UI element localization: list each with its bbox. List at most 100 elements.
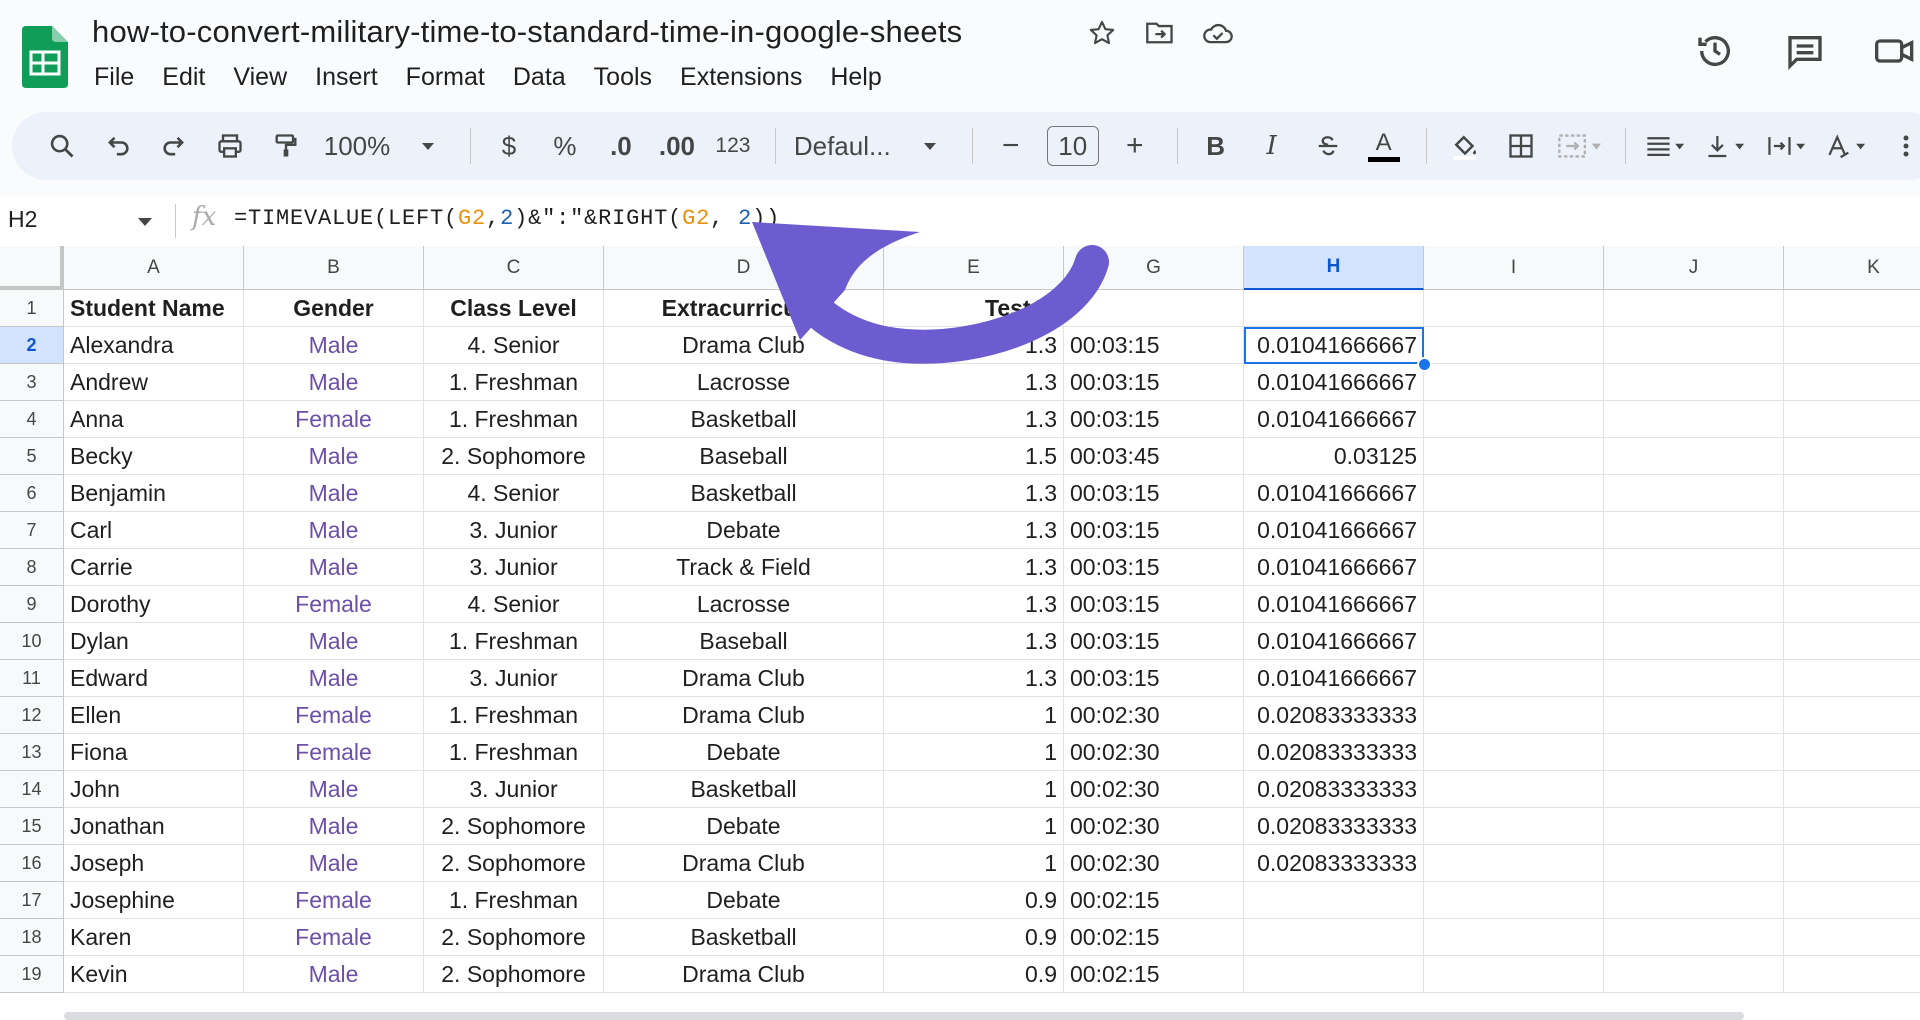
cell-b17[interactable]: Female — [244, 882, 424, 919]
cell-e11[interactable]: 1.3 — [884, 660, 1064, 697]
cell-e19[interactable]: 0.9 — [884, 956, 1064, 993]
cell-d4[interactable]: Basketball — [604, 401, 884, 438]
star-icon[interactable] — [1085, 16, 1119, 50]
cell-k14[interactable] — [1784, 771, 1920, 808]
cell-h7[interactable]: 0.01041666667 — [1244, 512, 1424, 549]
cell-j9[interactable] — [1604, 586, 1784, 623]
cell-j11[interactable] — [1604, 660, 1784, 697]
cell-j14[interactable] — [1604, 771, 1784, 808]
cell-d2[interactable]: Drama Club — [604, 327, 884, 364]
text-wrapping-icon[interactable] — [1765, 124, 1810, 168]
cell-j15[interactable] — [1604, 808, 1784, 845]
row-header-1[interactable]: 1 — [0, 290, 64, 327]
cell-k18[interactable] — [1784, 919, 1920, 956]
cell-g15[interactable]: 00:02:30 — [1064, 808, 1244, 845]
cell-h14[interactable]: 0.02083333333 — [1244, 771, 1424, 808]
cell-k13[interactable] — [1784, 734, 1920, 771]
horizontal-scrollbar[interactable] — [64, 1012, 1744, 1020]
cell-c18[interactable]: 2. Sophomore — [424, 919, 604, 956]
row-header-8[interactable]: 8 — [0, 549, 64, 586]
row-header-16[interactable]: 16 — [0, 845, 64, 882]
cell-h5[interactable]: 0.03125 — [1244, 438, 1424, 475]
menu-extensions[interactable]: Extensions — [666, 60, 816, 94]
cell-i5[interactable] — [1424, 438, 1604, 475]
cell-a10[interactable]: Dylan — [64, 623, 244, 660]
cell-i13[interactable] — [1424, 734, 1604, 771]
cell-e8[interactable]: 1.3 — [884, 549, 1064, 586]
menu-data[interactable]: Data — [499, 60, 580, 94]
text-color-button[interactable]: A — [1364, 124, 1404, 168]
cell-a6[interactable]: Benjamin — [64, 475, 244, 512]
cell-g3[interactable]: 00:03:15 — [1064, 364, 1244, 401]
cell-e5[interactable]: 1.5 — [884, 438, 1064, 475]
menu-help[interactable]: Help — [816, 60, 895, 94]
cell-a8[interactable]: Carrie — [64, 549, 244, 586]
cell-k15[interactable] — [1784, 808, 1920, 845]
column-header-h[interactable]: H — [1244, 246, 1424, 290]
cell-i1[interactable] — [1424, 290, 1604, 327]
decrease-font-size-button[interactable]: − — [991, 124, 1031, 168]
cell-b13[interactable]: Female — [244, 734, 424, 771]
merge-cells-icon[interactable] — [1557, 124, 1603, 168]
cell-g5[interactable]: 00:03:45 — [1064, 438, 1244, 475]
cell-j12[interactable] — [1604, 697, 1784, 734]
cell-a1[interactable]: Student Name — [64, 290, 244, 327]
paint-format-icon[interactable] — [266, 124, 306, 168]
cell-c13[interactable]: 1. Freshman — [424, 734, 604, 771]
cell-b4[interactable]: Female — [244, 401, 424, 438]
cell-i6[interactable] — [1424, 475, 1604, 512]
cell-e15[interactable]: 1 — [884, 808, 1064, 845]
cell-g6[interactable]: 00:03:15 — [1064, 475, 1244, 512]
row-header-6[interactable]: 6 — [0, 475, 64, 512]
cell-g8[interactable]: 00:03:15 — [1064, 549, 1244, 586]
cell-d8[interactable]: Track & Field — [604, 549, 884, 586]
redo-icon[interactable] — [154, 124, 194, 168]
cell-e16[interactable]: 1 — [884, 845, 1064, 882]
cell-d12[interactable]: Drama Club — [604, 697, 884, 734]
cell-i16[interactable] — [1424, 845, 1604, 882]
cell-c7[interactable]: 3. Junior — [424, 512, 604, 549]
cell-g11[interactable]: 00:03:15 — [1064, 660, 1244, 697]
column-header-j[interactable]: J — [1604, 246, 1784, 290]
cell-d15[interactable]: Debate — [604, 808, 884, 845]
cell-d10[interactable]: Baseball — [604, 623, 884, 660]
cell-k3[interactable] — [1784, 364, 1920, 401]
cell-c3[interactable]: 1. Freshman — [424, 364, 604, 401]
cell-e14[interactable]: 1 — [884, 771, 1064, 808]
cell-e10[interactable]: 1.3 — [884, 623, 1064, 660]
cell-g2[interactable]: 00:03:15 — [1064, 327, 1244, 364]
font-dropdown-icon[interactable] — [910, 124, 950, 168]
menu-tools[interactable]: Tools — [580, 60, 666, 94]
cell-h8[interactable]: 0.01041666667 — [1244, 549, 1424, 586]
zoom-dropdown-icon[interactable] — [408, 124, 448, 168]
cell-i4[interactable] — [1424, 401, 1604, 438]
cell-b10[interactable]: Male — [244, 623, 424, 660]
column-header-i[interactable]: I — [1424, 246, 1604, 290]
cell-j1[interactable] — [1604, 290, 1784, 327]
cell-b9[interactable]: Female — [244, 586, 424, 623]
cell-i14[interactable] — [1424, 771, 1604, 808]
cell-j19[interactable] — [1604, 956, 1784, 993]
cell-k16[interactable] — [1784, 845, 1920, 882]
cell-b19[interactable]: Male — [244, 956, 424, 993]
cell-i7[interactable] — [1424, 512, 1604, 549]
cell-h17[interactable] — [1244, 882, 1424, 919]
cell-i10[interactable] — [1424, 623, 1604, 660]
column-header-a[interactable]: A — [64, 246, 244, 290]
cell-g18[interactable]: 00:02:15 — [1064, 919, 1244, 956]
cell-j3[interactable] — [1604, 364, 1784, 401]
cell-a9[interactable]: Dorothy — [64, 586, 244, 623]
cell-j2[interactable] — [1604, 327, 1784, 364]
zoom-select[interactable]: 100% — [322, 124, 392, 168]
cell-e13[interactable]: 1 — [884, 734, 1064, 771]
cell-a5[interactable]: Becky — [64, 438, 244, 475]
cell-j13[interactable] — [1604, 734, 1784, 771]
cell-k2[interactable] — [1784, 327, 1920, 364]
spreadsheet-grid[interactable]: A B C D E G H I J K 1 Student Name Gender Class Level… — [0, 246, 1920, 1020]
cell-h1[interactable] — [1244, 290, 1424, 327]
cell-k11[interactable] — [1784, 660, 1920, 697]
cell-d18[interactable]: Basketball — [604, 919, 884, 956]
cell-d13[interactable]: Debate — [604, 734, 884, 771]
cell-c5[interactable]: 2. Sophomore — [424, 438, 604, 475]
cell-d6[interactable]: Basketball — [604, 475, 884, 512]
